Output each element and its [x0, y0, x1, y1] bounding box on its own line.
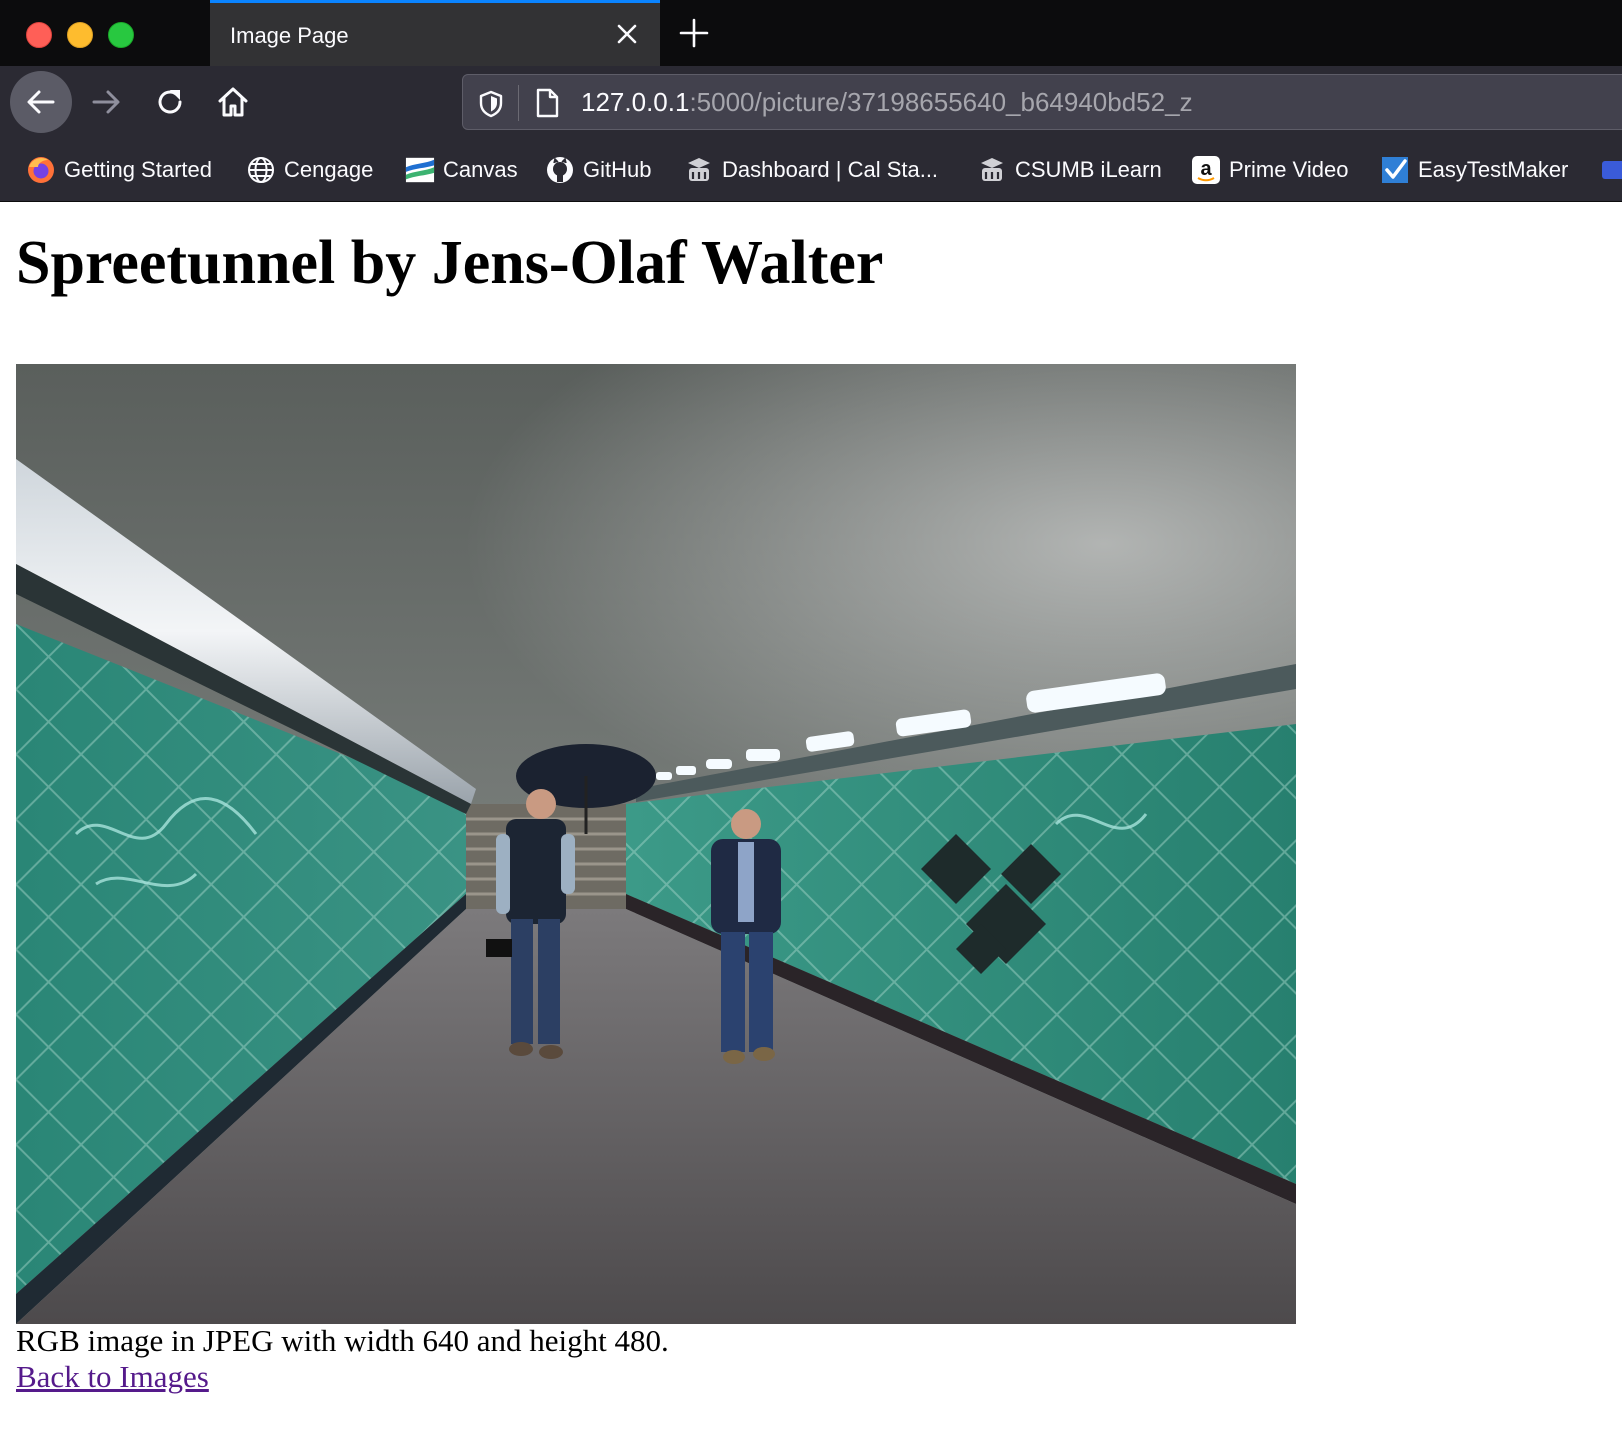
bookmark-prime-video[interactable]: a Prime Video: [1191, 152, 1348, 188]
page-content: Spreetunnel by Jens-Olaf Walter RGB imag…: [0, 202, 1622, 1442]
tracking-protection-shield-icon[interactable]: [477, 89, 505, 119]
address-bar[interactable]: 127.0.0.1:5000/picture/37198655640_b6494…: [462, 74, 1622, 130]
page-title: Spreetunnel by Jens-Olaf Walter: [16, 229, 884, 297]
bookmark-label: GitHub: [583, 157, 652, 182]
zoom-window-button[interactable]: [108, 22, 134, 48]
tab-strip: Image Page: [0, 0, 1622, 66]
moodle-icon: [977, 155, 1007, 185]
bookmark-label: Getting Started: [64, 157, 212, 182]
url-text[interactable]: 127.0.0.1:5000/picture/37198655640_b6494…: [581, 87, 1193, 118]
globe-icon: [246, 155, 276, 185]
home-icon: [218, 87, 248, 117]
bookmark-partial-icon: [1600, 155, 1622, 185]
bookmark-github[interactable]: GitHub: [545, 152, 651, 188]
bookmark-label: Prime Video: [1229, 157, 1349, 182]
tab-title: Image Page: [230, 23, 349, 48]
amazon-icon: a: [1191, 155, 1221, 185]
bookmark-csumb-ilearn[interactable]: CSUMB iLearn: [977, 152, 1162, 188]
bookmark-label: Dashboard | Cal Sta...: [722, 157, 939, 182]
bookmark-label: CSUMB iLearn: [1015, 157, 1162, 182]
back-button[interactable]: [10, 71, 72, 133]
moodle-icon: [684, 155, 714, 185]
bookmark-canvas[interactable]: Canvas: [405, 152, 518, 188]
canvas-icon: [405, 155, 435, 185]
arrow-left-icon: [27, 90, 55, 114]
minimize-window-button[interactable]: [67, 22, 93, 48]
bookmark-label: EasyTestMaker: [1418, 157, 1569, 182]
home-button[interactable]: [205, 74, 261, 130]
close-window-button[interactable]: [26, 22, 52, 48]
close-tab-icon[interactable]: [612, 19, 642, 49]
arrow-right-icon: [92, 90, 120, 114]
bookmarks-toolbar: Getting Started Cengage Canvas GitHub Da…: [0, 138, 1622, 202]
bookmark-dashboard-cal-state[interactable]: Dashboard | Cal Sta...: [684, 152, 938, 188]
back-to-images-link[interactable]: Back to Images: [16, 1359, 209, 1395]
image-caption: RGB image in JPEG with width 640 and hei…: [16, 1323, 669, 1358]
bookmark-getting-started[interactable]: Getting Started: [26, 152, 212, 188]
window-controls: [26, 22, 134, 48]
url-path: :5000/picture/37198655640_b64940bd52_z: [689, 87, 1193, 117]
bookmark-label: Canvas: [443, 157, 518, 182]
bookmark-easytestmaker[interactable]: EasyTestMaker: [1380, 152, 1568, 188]
reload-icon: [158, 90, 182, 114]
svg-text:a: a: [1200, 158, 1212, 180]
bookmark-cengage[interactable]: Cengage: [246, 152, 373, 188]
checkmark-icon: [1380, 155, 1410, 185]
url-host: 127.0.0.1: [581, 87, 690, 117]
reload-button[interactable]: [142, 74, 198, 130]
github-icon: [545, 155, 575, 185]
page-icon[interactable]: [533, 87, 561, 119]
bookmark-overflow[interactable]: [1600, 152, 1622, 188]
new-tab-icon[interactable]: [677, 16, 711, 50]
bookmark-label: Cengage: [284, 157, 374, 182]
navigation-toolbar: 127.0.0.1:5000/picture/37198655640_b6494…: [0, 66, 1622, 138]
firefox-icon: [26, 155, 56, 185]
tab-image-page[interactable]: Image Page: [210, 0, 660, 66]
tunnel-photo: [16, 364, 1296, 1324]
address-bar-divider: [518, 85, 519, 121]
forward-button[interactable]: [78, 74, 134, 130]
